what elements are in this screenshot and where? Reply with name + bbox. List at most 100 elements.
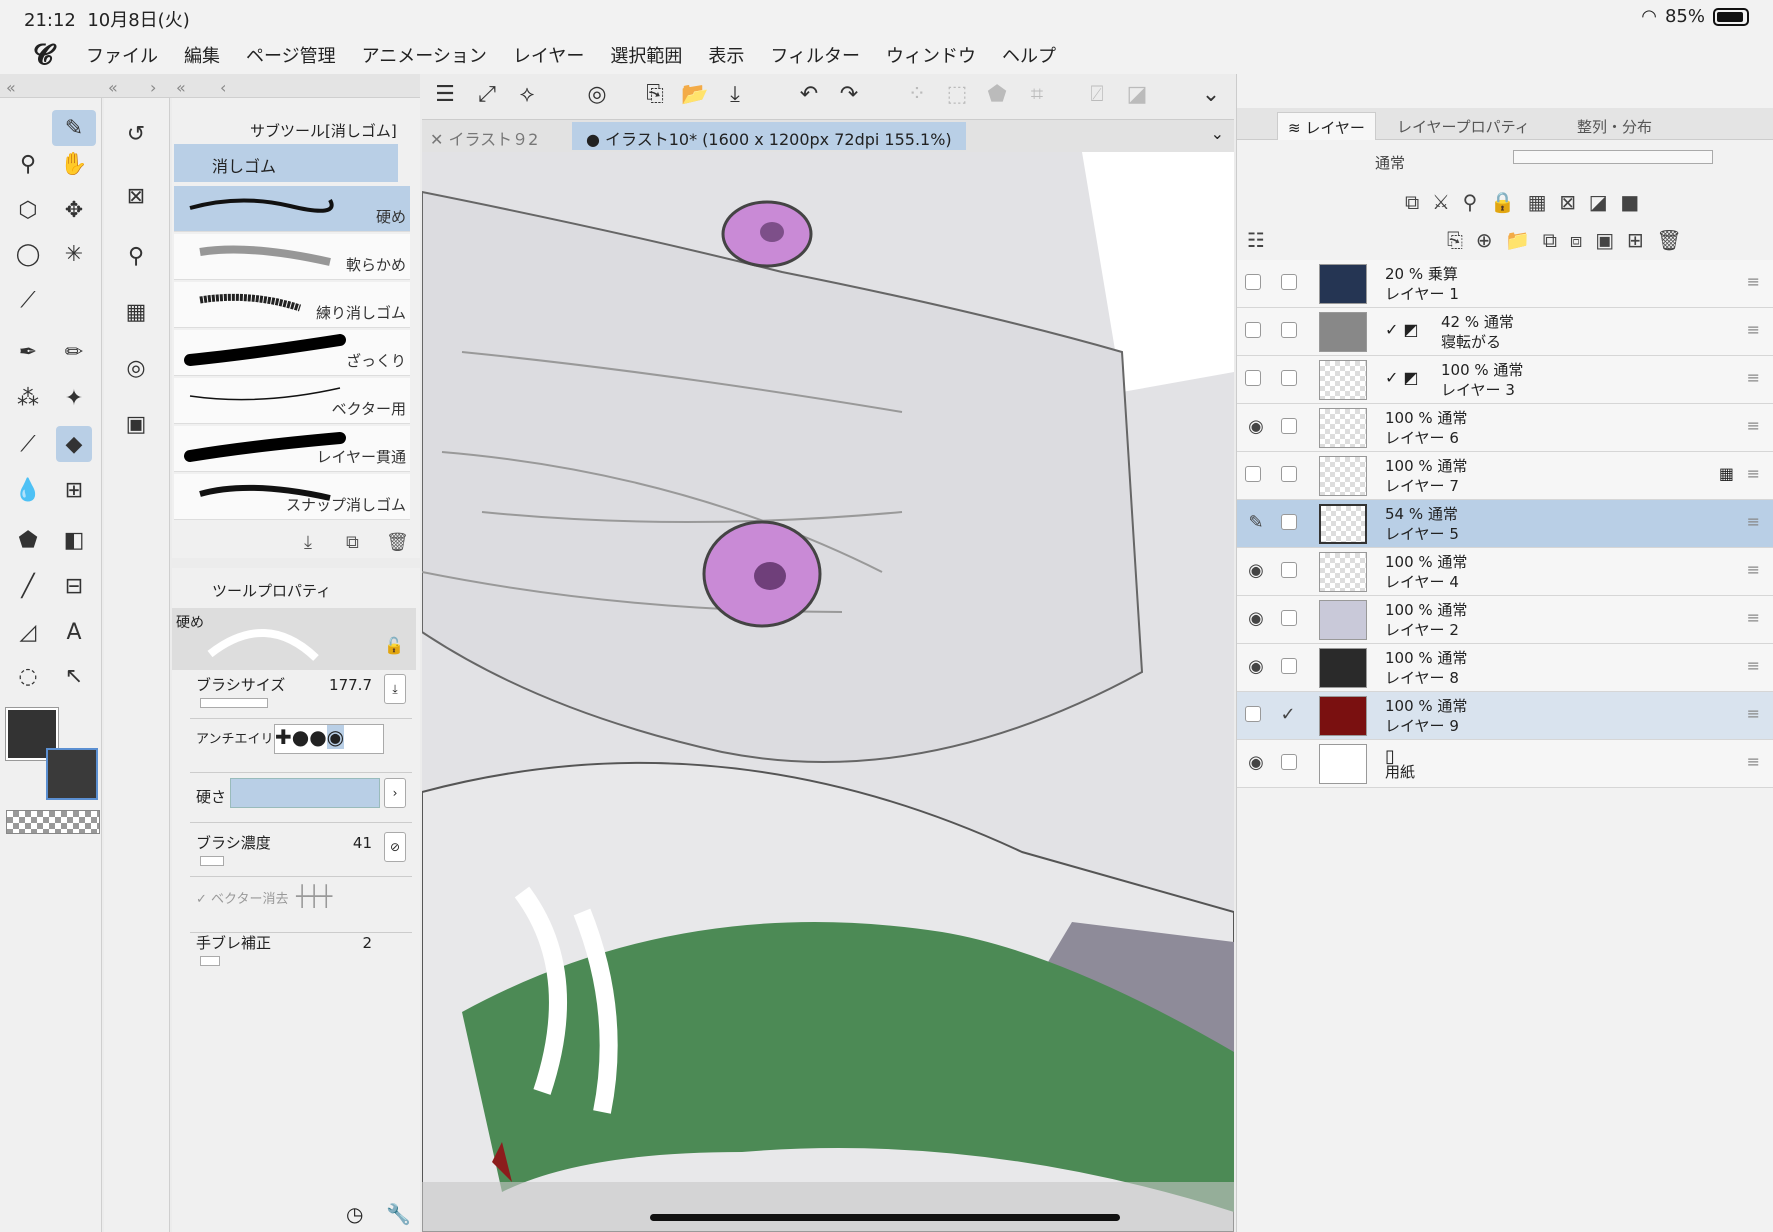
menu-animation[interactable]: アニメーション bbox=[362, 42, 487, 68]
transform-icon[interactable]: ⟡ bbox=[512, 82, 542, 112]
undo-icon[interactable]: ↶ bbox=[794, 82, 824, 112]
airbrush-icon[interactable]: ⁂ bbox=[10, 380, 46, 416]
menu-page[interactable]: ページ管理 bbox=[246, 42, 336, 68]
layer-row-selected[interactable]: ✎ 54 % 通常 レイヤー 5 ≡ bbox=[1237, 500, 1773, 548]
copy-icon[interactable]: ⧉ bbox=[346, 532, 359, 553]
save-icon[interactable]: ⤓ bbox=[720, 82, 750, 112]
layer-action-icons[interactable]: ⎘ ⊕ 📁 ⧉ ⧈ ▣ ⊞ 🗑 bbox=[1447, 228, 1682, 252]
menu-filter[interactable]: フィルター bbox=[770, 42, 860, 68]
menu-help[interactable]: ヘルプ bbox=[1002, 42, 1056, 68]
layer-row[interactable]: ◉ 100 % 通常 レイヤー 8 ≡ bbox=[1237, 644, 1773, 692]
antialias-row[interactable]: アンチエイリ ✚●●◉ bbox=[190, 724, 412, 773]
clear-icon[interactable]: ⍁ bbox=[1082, 82, 1112, 112]
layer-row[interactable]: 20 % 乗算 レイヤー 1 ≡ bbox=[1237, 260, 1773, 308]
brush-item[interactable]: 軟らかめ bbox=[174, 234, 410, 280]
app-logo-icon[interactable]: 𝓒 bbox=[0, 38, 86, 72]
brush-item[interactable]: 硬め bbox=[174, 186, 410, 232]
pose-icon[interactable]: ⚲ bbox=[118, 238, 154, 274]
layer-row[interactable]: ◉ 100 % 通常 レイヤー 6 ≡ bbox=[1237, 404, 1773, 452]
fill-select-icon[interactable]: ⬟ bbox=[982, 82, 1012, 112]
fill-icon[interactable]: ⬟ bbox=[10, 522, 46, 558]
density-row[interactable]: ブラシ濃度 41 ⊘ bbox=[190, 832, 412, 877]
lasso-icon[interactable]: ◯ bbox=[10, 236, 46, 272]
stabilize-row[interactable]: 手ブレ補正 2 bbox=[196, 932, 412, 966]
object-select-icon[interactable]: ⬡ bbox=[10, 192, 46, 228]
menu-edit[interactable]: 編集 bbox=[184, 42, 220, 68]
vector-erase-row[interactable]: ✓ ベクター消去 ┼┼┼ bbox=[190, 884, 412, 933]
layer-row[interactable]: ◉ 100 % 通常 レイヤー 4 ≡ bbox=[1237, 548, 1773, 596]
menu-window[interactable]: ウィンドウ bbox=[886, 42, 976, 68]
move-icon[interactable]: ✥ bbox=[56, 192, 92, 228]
line-icon[interactable]: ╱ bbox=[10, 568, 46, 604]
layer-row[interactable]: ◉ 100 % 通常 レイヤー 2 ≡ bbox=[1237, 596, 1773, 644]
collapse-left-icon[interactable]: « bbox=[6, 78, 16, 97]
blend-icon[interactable]: 💧 bbox=[10, 472, 46, 508]
lock-icon[interactable]: 🔓 bbox=[384, 636, 404, 655]
crop-icon[interactable]: ⌗ bbox=[1022, 82, 1052, 112]
transparent-color-swatch[interactable] bbox=[6, 810, 100, 834]
pencil-icon[interactable]: ✏ bbox=[56, 334, 92, 370]
tab-active[interactable]: ● イラスト10* (1600 x 1200px 72dpi 155.1%) bbox=[572, 122, 966, 150]
layer-row[interactable]: ✓ 100 % 通常 レイヤー 9 ≡ bbox=[1237, 692, 1773, 740]
tab-layer[interactable]: ≋ レイヤー bbox=[1277, 112, 1376, 140]
gradient-icon[interactable]: ◧ bbox=[56, 522, 92, 558]
pen-icon[interactable]: ✒ bbox=[10, 334, 46, 370]
hardness-row[interactable]: 硬さ › bbox=[190, 778, 412, 823]
brush-item[interactable]: スナップ消しゴム bbox=[174, 474, 410, 520]
zoom-icon[interactable]: ⚲ bbox=[10, 146, 46, 182]
tab-layer-property[interactable]: レイヤープロパティ bbox=[1387, 112, 1540, 140]
balloon-icon[interactable]: ◌ bbox=[10, 658, 46, 694]
rotate-icon[interactable]: ↺ bbox=[118, 116, 154, 152]
clock-icon[interactable]: ◷ bbox=[346, 1202, 363, 1226]
magic-wand-icon[interactable]: ✳ bbox=[56, 236, 92, 272]
trash-icon[interactable]: 🗑 bbox=[386, 532, 409, 553]
sub-color-swatch[interactable] bbox=[46, 748, 98, 800]
expand-icon[interactable]: › bbox=[150, 78, 156, 97]
deselect-icon[interactable]: ⁘ bbox=[902, 82, 932, 112]
brush-size-row[interactable]: ブラシサイズ 177.7 ⤓ bbox=[190, 674, 412, 719]
layer-row[interactable]: ✓ ◩ 100 % 通常 レイヤー 3 ≡ bbox=[1237, 356, 1773, 404]
new-file-icon[interactable]: ⎘ bbox=[640, 82, 670, 112]
brush-icon[interactable]: ⟋ bbox=[10, 426, 46, 462]
chevron-down-icon[interactable]: ⌄ bbox=[1196, 82, 1226, 112]
redo-icon[interactable]: ↷ bbox=[834, 82, 864, 112]
brush-item[interactable]: ざっくり bbox=[174, 330, 410, 376]
subtool-group[interactable]: 消しゴム bbox=[174, 144, 398, 182]
ring-icon[interactable]: ◎ bbox=[118, 350, 154, 386]
eyedropper-icon[interactable]: ⟋ bbox=[10, 282, 46, 318]
menu-icon[interactable]: ☰ bbox=[430, 82, 460, 112]
brush-item[interactable]: ベクター用 bbox=[174, 378, 410, 424]
layer-tool-icons[interactable]: ⧉ ⚔ ⚲ 🔒 ▦ ⊠ ◪ ■ bbox=[1405, 190, 1639, 214]
layer-row[interactable]: ✓ ◩ 42 % 通常 寝転がる ≡ bbox=[1237, 308, 1773, 356]
image-icon[interactable]: ▣ bbox=[118, 406, 154, 442]
brush-item[interactable]: レイヤー貫通 bbox=[174, 426, 410, 472]
eraser-icon[interactable]: ◆ bbox=[56, 426, 92, 462]
menu-view[interactable]: 表示 bbox=[708, 42, 744, 68]
blend-mode-select[interactable]: 通常 bbox=[1375, 152, 1405, 173]
menu-layer[interactable]: レイヤー bbox=[513, 42, 584, 68]
tab-inactive[interactable]: ✕ イラスト９2 bbox=[430, 126, 538, 150]
brush-item[interactable]: 練り消しゴム bbox=[174, 282, 410, 328]
tab-align[interactable]: 整列・分布 bbox=[1567, 112, 1662, 140]
layer-list-icon[interactable]: ☷ bbox=[1247, 228, 1265, 252]
wrench-icon[interactable]: 🔧 bbox=[386, 1202, 411, 1226]
select-icon[interactable]: ⬚ bbox=[942, 82, 972, 112]
grid-icon[interactable]: ▦ bbox=[118, 294, 154, 330]
menu-file[interactable]: ファイル bbox=[86, 42, 158, 68]
fit-icon[interactable]: ⤢ bbox=[472, 82, 502, 112]
ruler-icon[interactable]: ◿ bbox=[10, 614, 46, 650]
decoration-icon[interactable]: ✦ bbox=[56, 380, 92, 416]
text-icon[interactable]: A bbox=[56, 614, 92, 650]
tab-chevron-icon[interactable]: ⌄ bbox=[1211, 124, 1224, 143]
opacity-bar[interactable] bbox=[1513, 150, 1713, 164]
mesh-icon[interactable]: ⊞ bbox=[56, 472, 92, 508]
layer-row[interactable]: 100 % 通常 レイヤー 7 ▦ ≡ bbox=[1237, 452, 1773, 500]
menu-selection[interactable]: 選択範囲 bbox=[610, 42, 682, 68]
close-box-icon[interactable]: ⊠ bbox=[118, 178, 154, 214]
open-icon[interactable]: 📂 bbox=[680, 82, 710, 112]
chevron-left-icon[interactable]: ‹ bbox=[220, 78, 226, 97]
import-icon[interactable]: ⤓ bbox=[304, 532, 312, 553]
collapse-icon-2[interactable]: « bbox=[176, 78, 186, 97]
clear-outside-icon[interactable]: ◪ bbox=[1122, 82, 1152, 112]
drawing-canvas[interactable] bbox=[422, 152, 1234, 1232]
